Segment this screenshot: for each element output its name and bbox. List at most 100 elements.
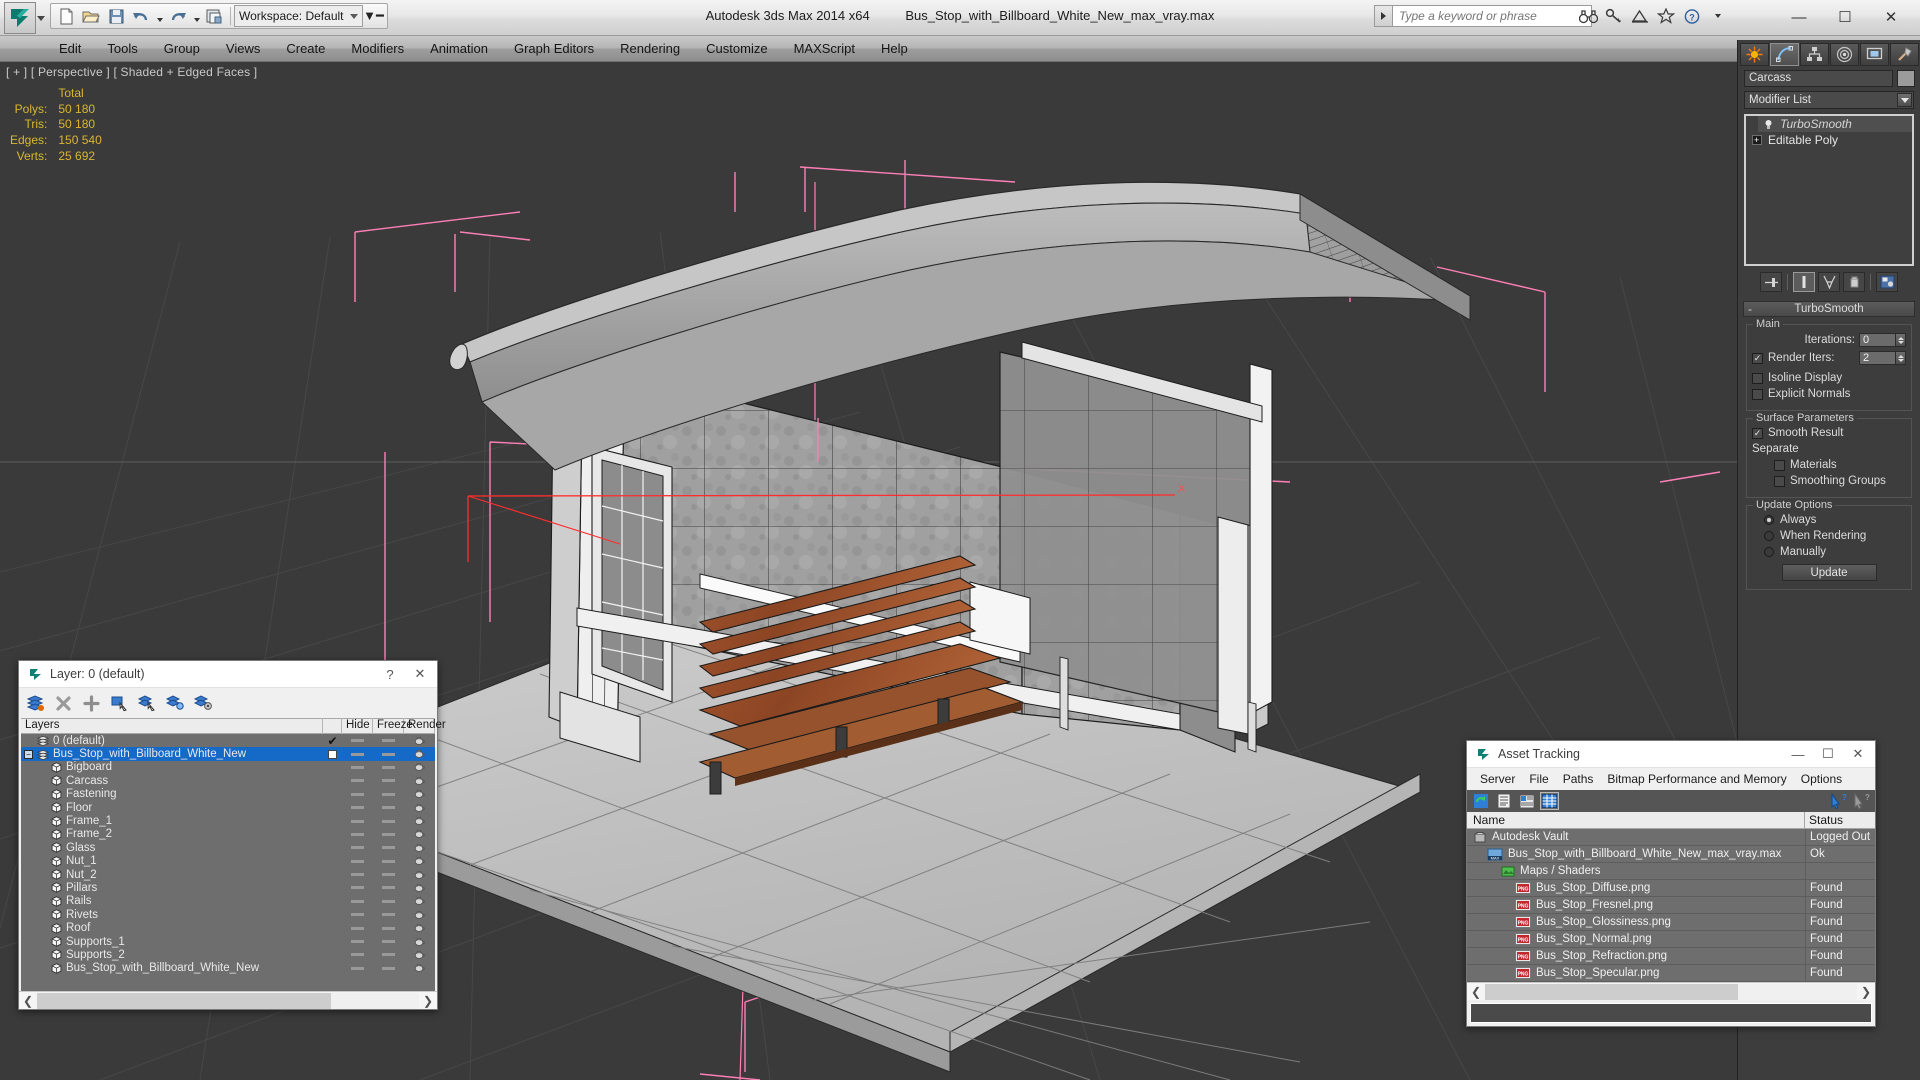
workspace-selector[interactable]: Workspace: Default [234,5,363,27]
remove-modifier-button[interactable] [1843,272,1865,292]
stack-item-editable-poly[interactable]: + Editable Poly [1746,132,1912,148]
layer-object-row[interactable]: Supports_1 [21,935,435,948]
asset-row[interactable]: Maps / Shaders [1467,862,1875,880]
app-menu-caret-icon[interactable] [37,16,45,21]
menu-item-create[interactable]: Create [273,38,338,59]
layer-select-checkbox[interactable] [328,749,337,759]
layer-name-cell[interactable]: Supports_2 [21,949,323,961]
layer-freeze-cell[interactable] [373,734,404,747]
save-file-icon[interactable] [104,5,128,27]
binoculars-icon[interactable] [1576,4,1600,28]
motion-tab[interactable] [1830,43,1859,66]
help-dropdown-icon[interactable] [1706,4,1730,28]
layer-name-cell[interactable]: Nut_2 [21,869,323,881]
asset-row[interactable]: PNG Bus_Stop_Refraction.png Found [1467,947,1875,965]
layer-hide-cell[interactable] [342,814,373,827]
rollout-header[interactable]: - TurboSmooth [1743,301,1915,317]
redo-dropdown-icon[interactable] [191,5,202,27]
maximize-button[interactable]: ☐ [1813,742,1843,767]
layer-select-cell[interactable] [323,788,342,801]
create-tab[interactable] [1740,43,1769,66]
layer-column-header-layers[interactable]: Layers [21,718,323,734]
layer-name-cell[interactable]: − Bus_Stop_with_Billboard_White_New [21,748,323,760]
layer-column-header-render[interactable]: Render [404,718,446,734]
layer-name-cell[interactable]: Carcass [21,775,323,787]
redo-icon[interactable] [166,5,190,27]
layer-name-cell[interactable]: Supports_1 [21,936,323,948]
render-iters-spinner-icon[interactable] [1895,351,1906,365]
layer-render-cell[interactable] [404,788,435,801]
layer-freeze-cell[interactable] [373,747,404,760]
menu-item-modifiers[interactable]: Modifiers [338,38,417,59]
update-option-when-rendering[interactable]: When Rendering [1752,530,1906,542]
chevron-down-icon[interactable] [1897,93,1912,107]
layer-render-cell[interactable] [404,868,435,881]
viewport-label[interactable]: [ + ] [ Perspective ] [ Shaded + Edged F… [6,65,257,79]
layer-hide-cell[interactable] [342,948,373,961]
minimize-button[interactable]: — [1776,2,1822,32]
layer-object-row[interactable]: Rivets [21,908,435,921]
key-icon[interactable] [1602,4,1626,28]
materials-checkbox[interactable] [1774,459,1785,471]
layer-hide-cell[interactable] [342,747,373,760]
layer-object-row[interactable]: Carcass [21,774,435,787]
collapse-icon[interactable]: - [1748,302,1752,316]
asset-row[interactable]: Autodesk Vault Logged Out [1467,828,1875,846]
layer-hide-cell[interactable] [342,734,373,747]
utilities-tab[interactable] [1890,43,1919,66]
plus-box-icon[interactable]: + [1751,135,1762,146]
layer-freeze-cell[interactable] [373,855,404,868]
open-file-icon[interactable] [79,5,103,27]
layer-select-cell[interactable] [323,814,342,827]
layer-row[interactable]: 0 (default) ✔ [21,734,435,747]
layer-render-cell[interactable] [404,761,435,774]
undo-icon[interactable] [129,5,153,27]
render-iters-value[interactable]: 2 [1859,351,1895,365]
column-header-status[interactable]: Status [1805,812,1875,829]
help-pointer-icon[interactable]: ? [1829,792,1848,810]
app-logo-button[interactable] [4,2,36,34]
asset-row[interactable]: PNG Bus_Stop_Specular.png Found [1467,964,1875,982]
layer-freeze-cell[interactable] [373,908,404,921]
create-new-layer-icon[interactable] [25,693,45,713]
configure-modifier-sets-button[interactable] [1876,272,1898,292]
menu-item-graph-editors[interactable]: Graph Editors [501,38,607,59]
menu-item-rendering[interactable]: Rendering [607,38,693,59]
layer-freeze-cell[interactable] [373,921,404,934]
asset-row[interactable]: MAX Bus_Stop_with_Billboard_White_New_max… [1467,845,1875,863]
layer-name-cell[interactable]: Frame_1 [21,815,323,827]
layer-render-cell[interactable] [404,828,435,841]
layer-select-cell[interactable] [323,747,342,760]
iterations-stepper[interactable]: 0 [1859,333,1906,347]
modifier-list-dropdown[interactable]: Modifier List [1744,91,1914,109]
update-option-manually[interactable]: Manually [1752,546,1906,558]
layer-render-cell[interactable] [404,908,435,921]
layer-select-cell[interactable] [323,855,342,868]
layer-hide-cell[interactable] [342,868,373,881]
show-end-result-button[interactable] [1793,272,1815,292]
asset-menu-options[interactable]: Options [1794,770,1849,788]
asset-name-cell[interactable]: Autodesk Vault [1467,831,1805,844]
layer-render-cell[interactable] [404,935,435,948]
layer-freeze-cell[interactable] [373,774,404,787]
layer-object-row[interactable]: Floor [21,801,435,814]
undo-dropdown-icon[interactable] [154,5,165,27]
workspace-menu-button[interactable]: ▼━ [363,5,384,27]
close-button[interactable]: ✕ [1868,2,1914,32]
layer-freeze-cell[interactable] [373,868,404,881]
scroll-track[interactable] [37,992,419,1009]
asset-name-cell[interactable]: PNG Bus_Stop_Fresnel.png [1467,899,1805,911]
refresh-icon[interactable] [1471,792,1490,810]
layer-object-row[interactable]: Pillars [21,881,435,894]
layer-row[interactable]: − Bus_Stop_with_Billboard_White_New [21,747,435,761]
menu-item-customize[interactable]: Customize [693,38,780,59]
layer-name-cell[interactable]: Bigboard [21,761,323,773]
menu-item-views[interactable]: Views [213,38,273,59]
asset-row[interactable]: PNG Bus_Stop_Diffuse.png Found [1467,879,1875,897]
isoline-display-row[interactable]: Isoline Display [1752,372,1906,384]
layer-column-header-hide[interactable]: Hide [342,718,373,734]
layer-hide-cell[interactable] [342,895,373,908]
scroll-left-icon[interactable]: ❮ [1467,984,1485,1000]
modifier-stack[interactable]: TurboSmooth + Editable Poly [1744,114,1914,266]
scroll-thumb[interactable] [37,992,332,1009]
